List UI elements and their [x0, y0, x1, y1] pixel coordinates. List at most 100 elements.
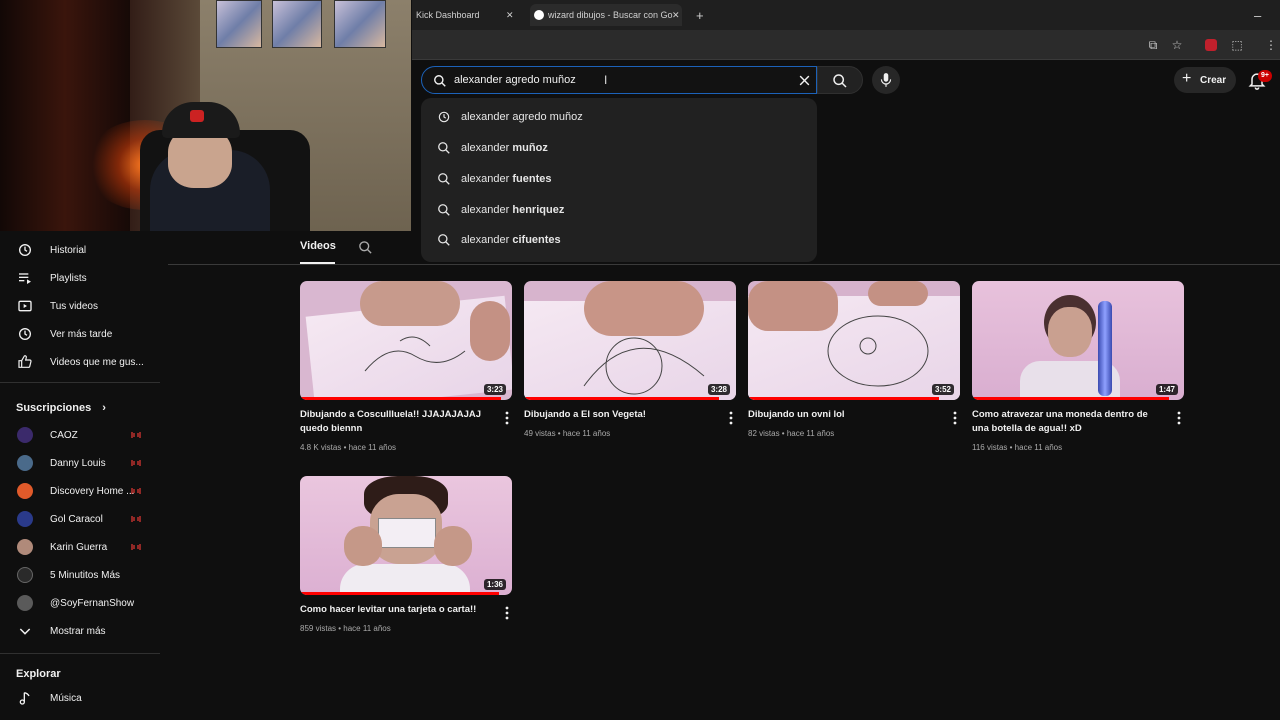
video-metadata: 116 vistas • hace 11 años	[972, 443, 1063, 452]
thumbs-up-icon	[18, 355, 32, 368]
show-more-button[interactable]: Mostrar más	[0, 617, 160, 645]
video-thumbnail[interactable]: 1:47	[972, 281, 1184, 400]
tabs-divider	[168, 264, 1280, 265]
sidebar-item-label: Playlists	[50, 272, 87, 284]
sidebar-item-subscription[interactable]: 5 Minutitos Más	[0, 561, 160, 589]
video-title[interactable]: Dibujando a Coscullluela!! JJAJAJAJAJ qu…	[300, 408, 490, 436]
extensions-puzzle-icon[interactable]: ⬚	[1230, 38, 1244, 52]
minimize-icon[interactable]: –	[1254, 4, 1268, 26]
sidebar-item-playlists[interactable]: Playlists	[0, 264, 160, 292]
video-duration: 3:52	[931, 384, 954, 395]
video-duration: 3:28	[707, 384, 730, 395]
sidebar-item-subscription[interactable]: CAOZ	[0, 421, 160, 449]
channel-avatar	[17, 511, 33, 527]
suggestion-completion: muñoz	[512, 142, 548, 154]
search-icon	[438, 204, 450, 216]
notification-badge: 9+	[1258, 70, 1272, 82]
suggestion-item[interactable]: alexander agredo muñoz	[421, 102, 817, 132]
watch-progress-bar	[748, 397, 939, 400]
video-thumbnail[interactable]: 3:28	[524, 281, 736, 400]
new-tab-icon[interactable]: +	[696, 4, 710, 26]
browser-tab-google[interactable]: wizard dibujos - Buscar con Go	[530, 4, 682, 26]
suggestion-item[interactable]: alexander muñoz	[421, 133, 817, 163]
video-metadata: 82 vistas • hace 11 años	[748, 429, 835, 438]
video-thumbnail[interactable]: 1:36	[300, 476, 512, 595]
sidebar-item-subscription[interactable]: Discovery Home ...	[0, 477, 160, 505]
tab-title: wizard dibujos - Buscar con Go	[548, 10, 673, 20]
search-input[interactable]: alexander agredo muñoz	[454, 74, 576, 86]
sidebar-item-label: Historial	[50, 244, 87, 256]
subscriptions-heading[interactable]: Suscripciones ›	[16, 402, 106, 414]
video-menu-icon[interactable]	[726, 411, 736, 425]
watch-progress-bar	[524, 397, 720, 400]
more-icon[interactable]: ⋮	[1264, 38, 1278, 52]
poster-image	[334, 0, 386, 48]
suggestion-item[interactable]: alexander henriquez	[421, 195, 817, 225]
plus-icon: +	[1182, 70, 1192, 87]
sidebar-item-watch-later[interactable]: Ver más tarde	[0, 320, 160, 348]
channel-avatar	[17, 567, 33, 583]
suggestion-completion: cifuentes	[512, 234, 561, 246]
sidebar-item-subscription[interactable]: Danny Louis	[0, 449, 160, 477]
sidebar-divider	[0, 382, 160, 383]
video-title[interactable]: Como atravezar una moneda dentro de una …	[972, 408, 1162, 436]
sidebar-divider	[0, 653, 160, 654]
tab-title: Kick Dashboard	[416, 10, 480, 20]
suggestion-text: alexander agredo muñoz	[461, 111, 583, 123]
suggestion-text: alexander	[461, 204, 513, 216]
tab-videos[interactable]: Videos	[300, 240, 336, 252]
card-image	[378, 518, 436, 548]
sidebar-item-liked-videos[interactable]: Videos que me gus...	[0, 348, 160, 376]
create-button[interactable]: + Crear	[1174, 67, 1236, 93]
watch-later-icon	[19, 328, 31, 340]
sidebar-item-music[interactable]: Música	[0, 684, 160, 712]
live-indicator-icon	[131, 460, 141, 466]
video-metadata: 4.8 K vistas • hace 11 años	[300, 443, 397, 452]
music-icon	[19, 692, 30, 705]
drawing-image	[827, 315, 929, 387]
video-menu-icon[interactable]	[502, 606, 512, 620]
sidebar-item-your-videos[interactable]: Tus videos	[0, 292, 160, 320]
video-title[interactable]: Dibujando un ovni lol	[748, 408, 938, 422]
search-button[interactable]	[817, 66, 863, 94]
sidebar-item-history[interactable]: Historial	[0, 236, 160, 264]
install-icon[interactable]: ⧉	[1146, 38, 1160, 52]
voice-search-button[interactable]	[872, 66, 900, 94]
google-icon	[534, 10, 544, 20]
video-title[interactable]: Como hacer levitar una tarjeta o carta!!	[300, 603, 490, 617]
live-indicator-icon	[131, 488, 141, 494]
sidebar-item-subscription[interactable]: Karin Guerra	[0, 533, 160, 561]
video-menu-icon[interactable]	[1174, 411, 1184, 425]
text-cursor-icon: I	[604, 73, 608, 87]
watch-progress-bar	[300, 592, 500, 595]
sidebar-item-subscription[interactable]: @SoyFernanShow	[0, 589, 160, 617]
channel-name: Gol Caracol	[50, 513, 103, 525]
video-thumbnail[interactable]: 3:52	[748, 281, 960, 400]
bookmark-star-icon[interactable]: ☆	[1170, 38, 1184, 52]
channel-avatar	[17, 595, 33, 611]
live-indicator-icon	[131, 544, 141, 550]
sidebar-item-subscription[interactable]: Gol Caracol	[0, 505, 160, 533]
video-title[interactable]: Dibujando a El son Vegeta!	[524, 408, 714, 422]
close-tab-icon[interactable]: ✕	[506, 4, 520, 26]
channel-search-icon[interactable]	[358, 240, 373, 255]
video-duration: 3:23	[483, 384, 506, 395]
extension-icon[interactable]	[1205, 39, 1217, 51]
search-icon	[438, 142, 450, 154]
channel-name: Karin Guerra	[50, 541, 108, 553]
chevron-right-icon: ›	[102, 402, 106, 414]
watch-progress-bar	[972, 397, 1170, 400]
sidebar-item-label: Música	[50, 692, 82, 704]
channel-avatar	[17, 427, 33, 443]
video-thumbnail[interactable]: 3:23	[300, 281, 512, 400]
video-menu-icon[interactable]	[502, 411, 512, 425]
drawing-image	[583, 337, 705, 395]
close-tab-icon[interactable]: ✕	[672, 4, 686, 26]
video-menu-icon[interactable]	[950, 411, 960, 425]
clear-search-icon[interactable]	[798, 74, 811, 87]
suggestion-item[interactable]: alexander cifuentes	[421, 225, 817, 255]
suggestion-item[interactable]: alexander fuentes	[421, 164, 817, 194]
channel-avatar	[17, 539, 33, 555]
video-duration: 1:47	[1155, 384, 1178, 395]
search-box[interactable]: alexander agredo muñoz I	[421, 66, 817, 94]
